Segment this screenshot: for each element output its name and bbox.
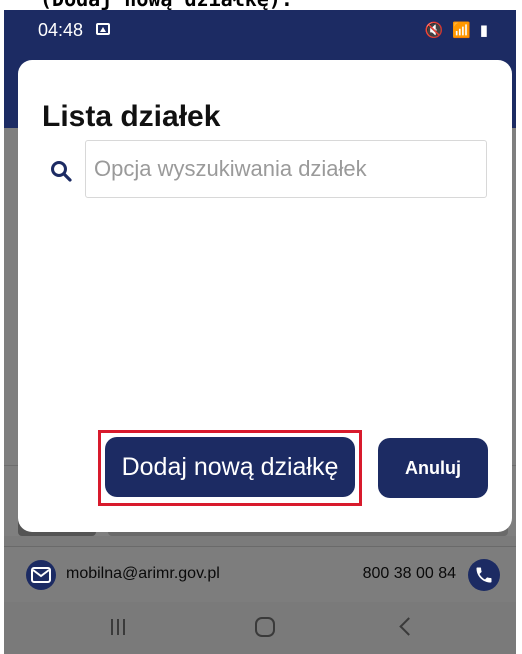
home-icon[interactable] [255,617,275,637]
plot-search-input[interactable] [85,140,487,198]
caption-text: (Dodaj nową działkę). [40,0,293,10]
search-icon [51,161,72,182]
plot-list-dialog: Lista działek Dodaj nową działkę Anuluj [18,60,512,532]
back-icon[interactable] [399,617,418,636]
status-icons: 🔇 📶 ▮ [424,21,490,39]
document-caption: (Dodaj nową działkę). [0,0,522,10]
contact-footer: mobilna@arimr.gov.pl 800 38 00 84 [4,546,516,603]
system-navigation-bar [4,602,516,654]
contact-email[interactable]: mobilna@arimr.gov.pl [66,565,220,583]
gallery-notification-icon [96,23,110,35]
recent-apps-icon[interactable] [111,619,127,635]
dialog-title: Lista działek [42,100,221,133]
phone-icon[interactable] [468,559,500,591]
add-new-plot-button[interactable]: Dodaj nową działkę [105,437,355,497]
cancel-button[interactable]: Anuluj [378,438,488,498]
phone-screen: 04:48 🔇 📶 ▮ mobilna@arimr.gov.pl 800 38 … [4,10,516,654]
status-time: 04:48 [38,20,84,40]
status-bar: 04:48 🔇 📶 ▮ [4,10,516,50]
envelope-icon[interactable] [26,560,56,590]
contact-phone-number[interactable]: 800 38 00 84 [363,565,456,583]
